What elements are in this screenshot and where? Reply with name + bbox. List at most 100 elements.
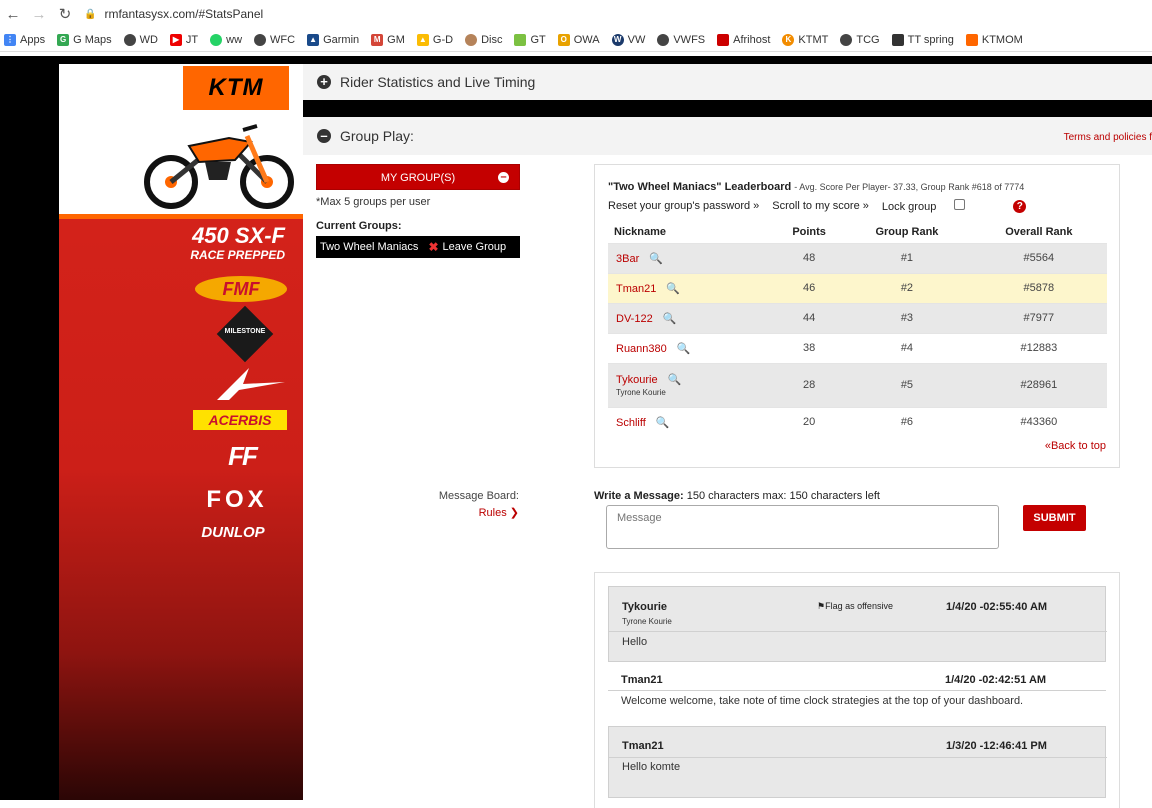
submit-button[interactable]: SUBMIT (1023, 505, 1086, 531)
group-play-header[interactable]: – Group Play: Terms and policies f (303, 117, 1152, 155)
message-input[interactable] (606, 505, 999, 549)
bookmark-ktmom[interactable]: KTMOM (965, 33, 1023, 46)
table-row: 3Bar 🔍 48 #1 #5564 (608, 242, 1107, 273)
message-item: Tman21 1/3/20 -12:46:41 PM Hello komte (608, 726, 1107, 798)
youtube-icon: ▶ (169, 33, 182, 46)
rider-stats-header[interactable]: + Rider Statistics and Live Timing (303, 64, 1152, 100)
fly-racing-logo: FF (228, 441, 258, 471)
search-icon[interactable]: 🔍 (663, 313, 677, 325)
nickname-link[interactable]: Tykourie (616, 374, 658, 386)
reload-icon[interactable]: ↻ (52, 5, 78, 23)
search-icon[interactable]: 🔍 (666, 283, 680, 295)
search-icon[interactable]: 🔍 (656, 417, 670, 429)
plus-circle-icon: + (317, 75, 331, 89)
help-question-icon[interactable]: ? (1013, 199, 1027, 213)
section-divider (303, 100, 1152, 117)
nickname-link[interactable]: DV-122 (616, 313, 653, 325)
bookmark-gt[interactable]: GT (514, 33, 546, 46)
group-rank-cell: #3 (843, 302, 971, 333)
search-icon[interactable]: 🔍 (677, 343, 691, 355)
url-text: rmfantasysx.com/#StatsPanel (104, 7, 264, 21)
search-icon[interactable]: 🔍 (668, 374, 682, 386)
table-row: DV-122 🔍 44 #3 #7977 (608, 302, 1107, 333)
message-divider (609, 757, 1107, 758)
current-groups-label: Current Groups: (316, 220, 402, 232)
bookmark-disc[interactable]: Disc (465, 33, 502, 46)
message-author[interactable]: Tman21 (622, 740, 664, 752)
sponsor-sidebar: KTM 450 SX-F RACE PREPPED FMF MILESTONE … (59, 64, 303, 800)
group-rank-cell: #2 (843, 272, 971, 303)
bookmarks-bar: ⋮ Apps GG Maps WD ▶ JT ww WFC ▲ Garmin M GM … (0, 28, 1152, 52)
points-cell: 28 (775, 362, 844, 407)
reset-password-link[interactable]: Reset your group's password » (608, 200, 759, 212)
url-field[interactable]: 🔒 rmfantasysx.com/#StatsPanel (84, 3, 1152, 25)
bookmark-tt-spring[interactable]: TT spring (891, 33, 954, 46)
bookmark-afrihost[interactable]: Afrihost (717, 33, 770, 46)
col-points: Points (792, 225, 826, 238)
search-icon[interactable]: 🔍 (649, 253, 663, 265)
nickname-link[interactable]: 3Bar (616, 253, 639, 265)
nickname-link[interactable]: Ruann380 (616, 343, 667, 355)
bookmark-wfc[interactable]: WFC (254, 33, 295, 46)
bookmark-gd[interactable]: ▲ G-D (416, 33, 453, 46)
table-header-row: Nickname Points Group Rank Overall Rank (608, 221, 1107, 243)
bookmark-ktmt[interactable]: K KTMT (782, 33, 828, 46)
nickname-cell: DV-122 🔍 (608, 302, 776, 333)
gt-icon (514, 33, 527, 46)
message-divider (609, 631, 1107, 632)
bookmark-apps[interactable]: ⋮ Apps (4, 33, 45, 46)
table-row: Tman21 🔍 46 #2 #5878 (608, 272, 1107, 303)
bookmark-owa[interactable]: O OWA (557, 33, 600, 46)
group-rank-cell: #6 (843, 406, 971, 437)
terms-link[interactable]: Terms and policies f (1064, 132, 1152, 143)
nickname-link[interactable]: Tman21 (616, 283, 656, 295)
back-arrow-icon[interactable]: ← (0, 6, 26, 23)
message-author[interactable]: Tman21 (621, 674, 663, 686)
message-divider (608, 690, 1106, 691)
lock-group-checkbox[interactable] (954, 199, 966, 210)
messages-list: Tykourie Tyrone Kourie ⚑Flag as offensiv… (594, 572, 1120, 808)
flag-offensive-button[interactable]: ⚑Flag as offensive (817, 601, 893, 612)
back-to-top-link[interactable]: «Back to top (1045, 440, 1106, 452)
forward-arrow-icon[interactable]: → (26, 6, 52, 23)
overall-rank-cell: #5878 (970, 272, 1107, 303)
group-play-title: Group Play: (340, 128, 414, 144)
message-item: Tman21 1/4/20 -02:42:51 AM Welcome welco… (608, 662, 1106, 714)
message-item: Tykourie Tyrone Kourie ⚑Flag as offensiv… (608, 586, 1107, 662)
real-name: Tyrone Kourie (616, 388, 666, 397)
message-body: Welcome welcome, take note of time clock… (621, 695, 1024, 707)
bookmark-ww[interactable]: ww (210, 33, 242, 46)
bookmark-wd[interactable]: WD (123, 33, 158, 46)
leaderboard-name: "Two Wheel Maniacs" Leaderboard (608, 181, 792, 193)
model-subtitle: RACE PREPPED (190, 248, 285, 262)
bookmark-gm[interactable]: M GM (371, 33, 405, 46)
bookmark-garmin[interactable]: ▲ Garmin (307, 33, 359, 46)
bookmark-tcg[interactable]: TCG (840, 33, 880, 46)
nickname-link[interactable]: Schliff (616, 417, 646, 429)
dirt-bike-image (144, 124, 294, 209)
message-author[interactable]: Tykourie (622, 601, 667, 613)
chevron-right-icon: ❯ (509, 507, 519, 519)
alpinestars-logo (217, 368, 285, 400)
afrihost-icon (717, 33, 730, 46)
scroll-to-score-link[interactable]: Scroll to my score » (772, 200, 869, 212)
garmin-icon: ▲ (307, 33, 320, 46)
dunlop-logo: DUNLOP (201, 524, 265, 541)
orange-strip (59, 214, 303, 219)
my-groups-button[interactable]: MY GROUP(S) – (316, 164, 520, 190)
bookmark-gmaps[interactable]: GG Maps (57, 33, 112, 46)
leave-group-button[interactable]: ✖ Leave Group (428, 240, 506, 254)
sidebar-banner-top: KTM (59, 64, 303, 214)
minus-circle-icon: – (317, 129, 331, 143)
acerbis-logo: ACERBIS (193, 410, 287, 430)
leaderboard-actions: Reset your group's password » Scroll to … (608, 199, 1039, 213)
bookmark-vw[interactable]: W VW (611, 33, 645, 46)
bookmark-vwfs[interactable]: VWFS (657, 33, 705, 46)
bookmark-jt[interactable]: ▶ JT (169, 33, 198, 46)
rules-link[interactable]: Rules ❯ (363, 506, 519, 519)
points-cell: 38 (775, 332, 844, 363)
leave-group-label: Leave Group (442, 241, 507, 253)
close-x-icon: ✖ (428, 240, 439, 254)
current-group-name[interactable]: Two Wheel Maniacs (320, 241, 418, 253)
overall-rank-cell: #12883 (970, 332, 1107, 363)
